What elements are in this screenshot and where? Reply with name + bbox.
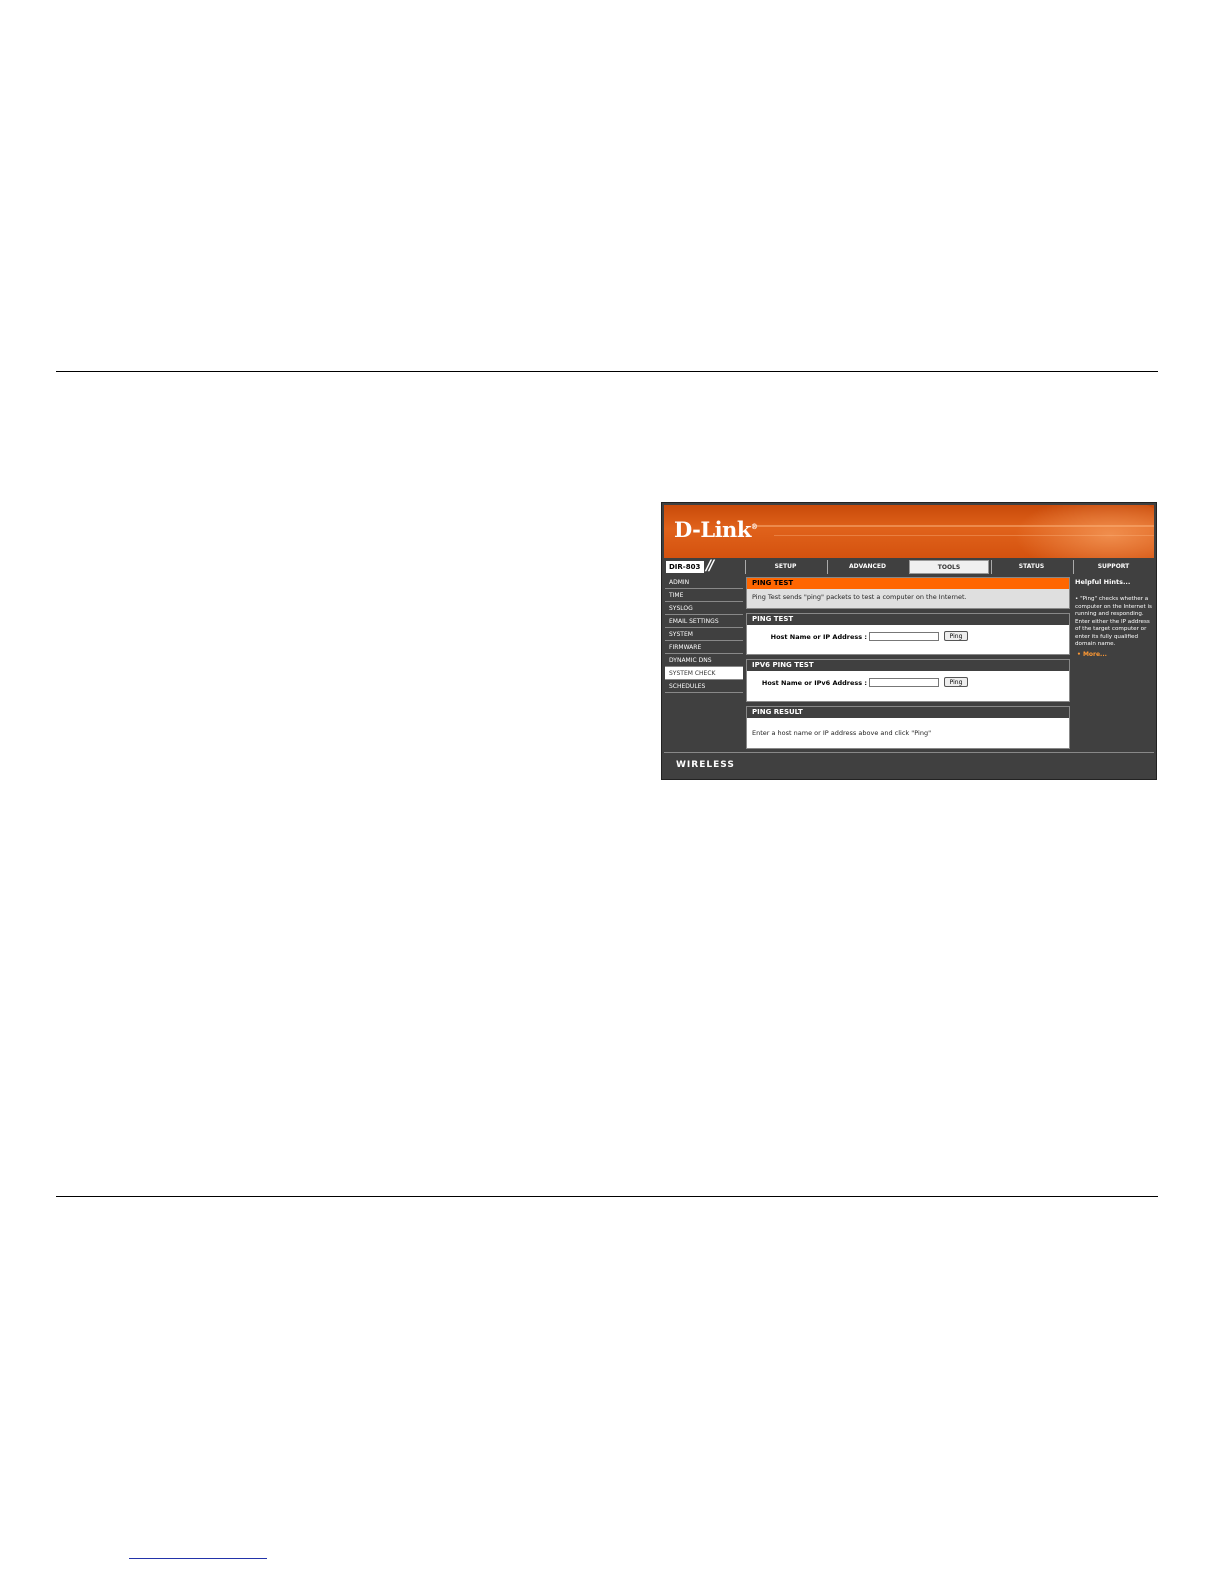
tab-setup[interactable]: SETUP bbox=[745, 560, 825, 574]
sidebar-item-time[interactable]: TIME bbox=[665, 589, 743, 602]
ping-test-panel: PING TEST Host Name or IP Address : Ping bbox=[746, 613, 1070, 655]
dlink-logo: D-Link® bbox=[674, 517, 758, 542]
ipv6-ping-button[interactable]: Ping bbox=[944, 677, 968, 687]
ping-intro-description: Ping Test sends "ping" packets to test a… bbox=[752, 593, 967, 601]
hints-title: Helpful Hints... bbox=[1075, 578, 1131, 586]
model-label: DIR-803 bbox=[666, 561, 704, 573]
hints-text: • "Ping" checks whether a computer on th… bbox=[1075, 596, 1152, 647]
sidebar-item-syslog[interactable]: SYSLOG bbox=[665, 602, 743, 615]
helpful-hints: Helpful Hints... • "Ping" checks whether… bbox=[1073, 576, 1155, 750]
nav-bar: DIR-803 // SETUP ADVANCED TOOLS STATUS S… bbox=[664, 558, 1154, 575]
slashes-decoration: // bbox=[706, 558, 714, 574]
tab-support[interactable]: SUPPORT bbox=[1073, 560, 1153, 574]
ping-intro-panel: PING TEST Ping Test sends "ping" packets… bbox=[746, 577, 1070, 609]
sidebar-item-dynamic-dns[interactable]: DYNAMIC DNS bbox=[665, 654, 743, 667]
sidebar-item-system-check[interactable]: SYSTEM CHECK bbox=[665, 667, 743, 680]
wireless-label: WIRELESS bbox=[676, 760, 735, 770]
sidebar-item-email-settings[interactable]: EMAIL SETTINGS bbox=[665, 615, 743, 628]
ping-test-title: PING TEST bbox=[747, 614, 1069, 625]
ipv6-host-label: Host Name or IPv6 Address : bbox=[761, 679, 867, 687]
footer-bar: WIRELESS bbox=[664, 752, 1154, 778]
tab-advanced[interactable]: ADVANCED bbox=[827, 560, 907, 574]
ipv6-ping-test-panel: IPV6 PING TEST Host Name or IPv6 Address… bbox=[746, 659, 1070, 702]
ping-result-title: PING RESULT bbox=[747, 707, 1069, 718]
ipv6-ping-test-title: IPV6 PING TEST bbox=[747, 660, 1069, 671]
top-rule bbox=[56, 371, 1158, 372]
bottom-rule bbox=[56, 1196, 1158, 1197]
footnote-rule bbox=[129, 1558, 267, 1559]
tab-status[interactable]: STATUS bbox=[991, 560, 1071, 574]
sidebar-item-schedules[interactable]: SCHEDULES bbox=[665, 680, 743, 693]
sidebar-item-admin[interactable]: ADMIN bbox=[665, 576, 743, 589]
ipv6-host-input[interactable] bbox=[869, 678, 939, 687]
ping-button[interactable]: Ping bbox=[944, 631, 968, 641]
ping-result-panel: PING RESULT Enter a host name or IP addr… bbox=[746, 706, 1070, 749]
sidebar-item-system[interactable]: SYSTEM bbox=[665, 628, 743, 641]
host-label: Host Name or IP Address : bbox=[770, 633, 867, 641]
hints-more-link[interactable]: • More... bbox=[1073, 649, 1155, 658]
ping-intro-title: PING TEST bbox=[747, 578, 1069, 589]
main-content: PING TEST Ping Test sends "ping" packets… bbox=[746, 577, 1070, 750]
ping-result-text: Enter a host name or IP address above an… bbox=[752, 729, 932, 737]
router-screenshot: D-Link® DIR-803 // SETUP ADVANCED TOOLS … bbox=[661, 502, 1157, 780]
banner: D-Link® bbox=[664, 505, 1154, 558]
host-input[interactable] bbox=[869, 632, 939, 641]
sidebar-item-firmware[interactable]: FIRMWARE bbox=[665, 641, 743, 654]
tab-tools[interactable]: TOOLS bbox=[909, 560, 989, 574]
sidebar: ADMIN TIME SYSLOG EMAIL SETTINGS SYSTEM … bbox=[665, 576, 743, 750]
